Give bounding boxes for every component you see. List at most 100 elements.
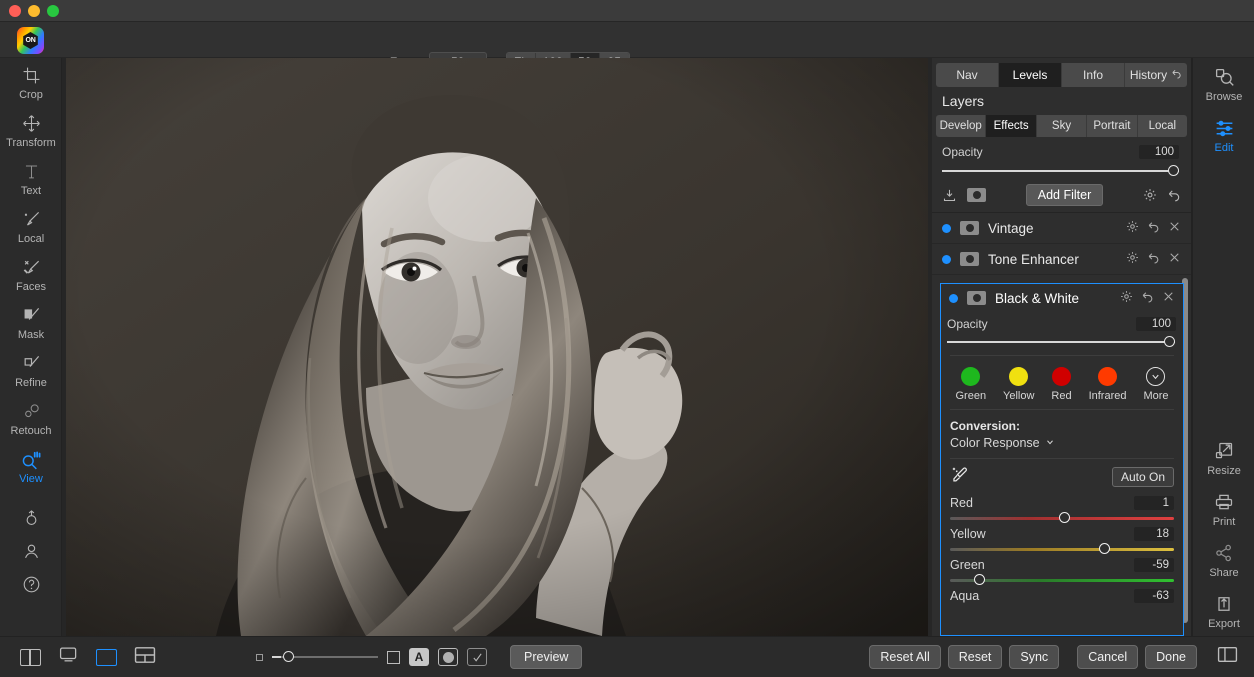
mask-thumbnail-icon[interactable] [967,188,986,202]
sidebar-item-help[interactable] [0,567,62,600]
preview-button[interactable]: Preview [510,645,583,669]
small-thumbnail-icon[interactable] [256,653,263,661]
filter-enabled-toggle[interactable] [942,223,951,233]
sidebar-item-mask[interactable]: Mask [0,298,62,346]
module-share[interactable]: Share [1193,534,1254,585]
slider-value-aqua[interactable]: -63 [1134,589,1174,603]
panel-opacity-value[interactable]: 100 [1139,145,1179,159]
reset-button[interactable]: Reset [947,645,1003,669]
bw-preset-red[interactable]: Red [1051,367,1072,402]
close-icon[interactable] [1162,290,1175,306]
cancel-button[interactable]: Cancel [1077,645,1139,669]
done-button[interactable]: Done [1145,645,1197,669]
filter-enabled-toggle[interactable] [942,254,951,264]
filter-row-icons [1126,220,1181,236]
help-question-icon [22,574,41,595]
circle-filled-icon[interactable] [438,648,458,666]
conversion-select[interactable]: Color Response [941,436,1183,456]
module-export[interactable]: Export [1193,585,1254,636]
tab-effects[interactable]: Effects [986,115,1037,137]
reset-all-button[interactable]: Reset All [869,645,941,669]
sidebar-item-perfect-eraser[interactable] [0,501,62,534]
reset-undo-icon[interactable] [1147,251,1160,267]
tab-info[interactable]: Info [1062,63,1125,87]
slider-red-knob[interactable] [1058,512,1070,523]
reset-undo-icon[interactable] [1167,188,1181,202]
maximize-window-button[interactable] [47,5,59,17]
thumbnail-slider-knob[interactable] [283,651,294,662]
screen-view-icon[interactable] [58,645,79,669]
slider-yellow-knob[interactable] [1099,543,1111,554]
module-browse[interactable]: Browse [1193,58,1254,109]
module-print[interactable]: Print [1193,483,1254,534]
panel-opacity-slider[interactable] [942,165,1179,177]
gear-icon[interactable] [1143,188,1157,202]
reset-undo-icon[interactable] [1147,220,1160,236]
tab-sky[interactable]: Sky [1036,115,1088,137]
slider-green-knob[interactable] [973,574,985,585]
sidebar-item-local[interactable]: Local [0,202,62,250]
grid-view-icon[interactable] [134,646,156,669]
compare-split-icon[interactable] [20,648,41,666]
sync-button[interactable]: Sync [1009,645,1060,669]
single-view-icon[interactable] [96,648,117,666]
panel-opacity-knob[interactable] [1168,165,1179,176]
retouch-icon [22,401,41,422]
sidebar-item-view[interactable]: View [0,442,62,490]
slider-value-red[interactable]: 1 [1134,496,1174,510]
bw-opacity-value[interactable]: 100 [1136,317,1176,331]
tab-local[interactable]: Local [1137,115,1188,137]
sidebar-item-refine[interactable]: Refine [0,346,62,394]
thumbnail-size-slider[interactable] [272,651,378,663]
bw-preset-infrared[interactable]: Infrared [1089,367,1126,402]
minimize-window-button[interactable] [28,5,40,17]
letter-a-icon[interactable]: A [409,648,429,666]
sidebar-item-portrait[interactable] [0,534,62,567]
bw-preset-more[interactable]: More [1143,367,1169,402]
tab-develop[interactable]: Develop [936,115,987,137]
sidebar-item-text[interactable]: Text [0,154,62,202]
large-thumbnail-icon[interactable] [387,650,400,664]
filter-mask-thumbnail-icon[interactable] [967,291,986,305]
filter-mask-thumbnail-icon[interactable] [960,221,979,235]
slider-red[interactable] [950,512,1174,524]
reset-undo-icon[interactable] [1141,290,1154,306]
close-icon[interactable] [1168,251,1181,267]
gear-icon[interactable] [1120,290,1133,306]
filter-row-vintage[interactable]: Vintage [932,213,1191,244]
sidebar-item-crop[interactable]: Crop [0,58,62,106]
slider-yellow[interactable] [950,543,1174,555]
sidebar-item-faces[interactable]: Faces [0,250,62,298]
bw-opacity-slider[interactable] [947,336,1175,348]
slider-value-green[interactable]: -59 [1134,558,1174,572]
module-resize[interactable]: Resize [1193,432,1254,483]
tab-levels[interactable]: Levels [999,63,1062,87]
filter-row-tone-enhancer[interactable]: Tone Enhancer [932,244,1191,275]
bw-preset-green[interactable]: Green [955,367,986,402]
slider-green[interactable] [950,574,1174,586]
tab-portrait[interactable]: Portrait [1087,115,1138,137]
filter-enabled-toggle[interactable] [949,293,958,303]
filter-mask-thumbnail-icon[interactable] [960,252,979,266]
gear-icon[interactable] [1126,251,1139,267]
gear-icon[interactable] [1126,220,1139,236]
magic-eyedropper-icon[interactable] [950,465,969,489]
close-icon[interactable] [1168,220,1181,236]
module-edit[interactable]: Edit [1193,109,1254,160]
sidebar-item-transform[interactable]: Transform [0,106,62,154]
auto-toggle-button[interactable]: Auto On [1111,467,1174,487]
panel-toggle-icon[interactable] [1217,646,1238,668]
slider-value-yellow[interactable]: 18 [1134,527,1174,541]
checkbox-check-icon[interactable] [467,648,487,666]
close-window-button[interactable] [9,5,21,17]
bw-filter-header[interactable]: Black & White [941,284,1183,312]
import-preset-icon[interactable] [942,188,957,203]
filter-category-tabs: Develop Effects Sky Portrait Local [936,115,1188,137]
bw-preset-yellow[interactable]: Yellow [1003,367,1034,402]
bw-opacity-knob[interactable] [1164,336,1175,347]
image-canvas[interactable] [62,58,932,636]
add-filter-button[interactable]: Add Filter [1025,184,1104,206]
sidebar-item-retouch[interactable]: Retouch [0,394,62,442]
tab-nav[interactable]: Nav [936,63,999,87]
tab-history[interactable]: History [1125,63,1187,87]
